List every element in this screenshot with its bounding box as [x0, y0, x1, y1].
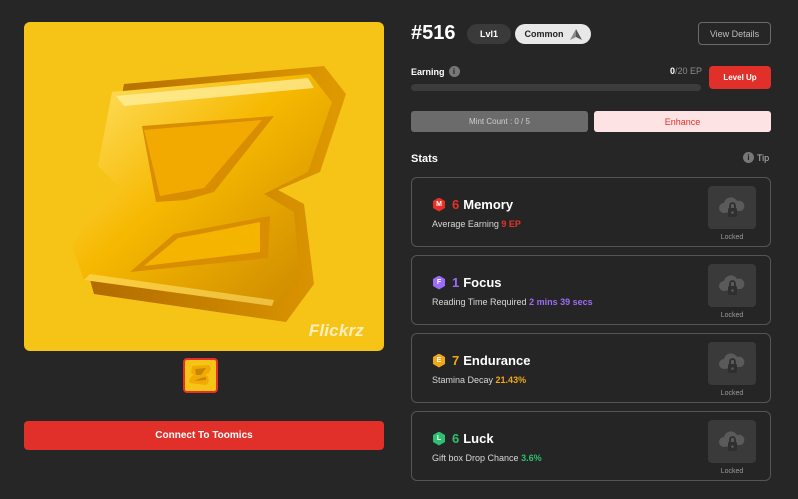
ep-max: /20 EP: [674, 66, 702, 76]
z-logo-thumbnail-icon: [189, 365, 211, 385]
stat-description: Average Earning 9 EP: [432, 219, 521, 229]
enhance-button[interactable]: Enhance: [594, 111, 771, 132]
earning-progress-bar: [411, 84, 701, 91]
rarity-badge: Common: [515, 24, 591, 44]
stat-name: Focus: [463, 275, 502, 290]
cloud-lock-icon: [719, 274, 745, 295]
memory-hex-icon: M: [432, 197, 446, 212]
luck-hex-icon: L: [432, 431, 446, 446]
mint-count-button[interactable]: Mint Count : 0 / 5: [411, 111, 588, 132]
stat-metric: 3.6%: [521, 453, 542, 463]
tip-label: Tip: [757, 152, 770, 163]
token-id: #516: [411, 22, 456, 44]
connect-toomics-button[interactable]: Connect To Toomics: [24, 421, 384, 450]
stat-desc-text: Reading Time Required: [432, 297, 527, 307]
lock-slot[interactable]: [708, 264, 756, 307]
level-badge: Lvl1: [467, 24, 511, 44]
nft-thumbnail[interactable]: [183, 358, 218, 393]
level-up-button[interactable]: Level Up: [709, 66, 771, 89]
stat-card-focus: F 1 Focus Reading Time Required 2 mins 3…: [411, 255, 771, 325]
cloud-lock-icon: [719, 352, 745, 373]
lock-status: Locked: [720, 234, 744, 241]
stat-description: Reading Time Required 2 mins 39 secs: [432, 297, 593, 307]
stat-value: 1: [452, 275, 460, 290]
view-details-button[interactable]: View Details: [698, 22, 771, 45]
cloud-lock-icon: [719, 196, 745, 217]
endurance-hex-icon: E: [432, 353, 446, 368]
info-icon[interactable]: i: [448, 66, 460, 77]
z-logo-icon: [72, 66, 346, 322]
stat-card-memory: M 6 Memory Average Earning 9 EP Locked: [411, 177, 771, 247]
stat-head: M 6 Memory: [432, 197, 513, 212]
earning-label: Earning i: [411, 66, 460, 77]
stat-name: Memory: [463, 197, 514, 212]
lock-status: Locked: [720, 390, 744, 397]
tip-link[interactable]: i Tip: [743, 152, 769, 163]
stat-desc-text: Gift box Drop Chance: [432, 453, 519, 463]
stat-metric: 2 mins 39 secs: [529, 297, 593, 307]
stat-value: 6: [452, 431, 460, 446]
stat-description: Gift box Drop Chance 3.6%: [432, 453, 542, 463]
stat-value: 6: [452, 197, 460, 212]
stat-head: L 6 Luck: [432, 431, 494, 446]
stat-head: E 7 Endurance: [432, 353, 530, 368]
stat-desc-text: Average Earning: [432, 219, 499, 229]
cloud-lock-icon: [719, 430, 745, 451]
stat-head: F 1 Focus: [432, 275, 502, 290]
lock-status: Locked: [720, 468, 744, 475]
stat-card-endurance: E 7 Endurance Stamina Decay 21.43% Locke…: [411, 333, 771, 403]
lock-slot[interactable]: [708, 420, 756, 463]
triangle-icon: [569, 28, 582, 40]
focus-hex-icon: F: [432, 275, 446, 290]
earning-label-text: Earning: [411, 66, 445, 77]
lock-slot[interactable]: [708, 342, 756, 385]
lock-status: Locked: [720, 312, 744, 319]
info-icon: i: [743, 152, 754, 163]
brand-watermark: Flickrz: [308, 321, 364, 340]
stat-metric: 9 EP: [501, 219, 521, 229]
stat-name: Luck: [463, 431, 494, 446]
stat-desc-text: Stamina Decay: [432, 375, 494, 385]
stat-description: Stamina Decay 21.43%: [432, 375, 526, 385]
stat-value: 7: [452, 353, 460, 368]
rarity-label: Common: [524, 29, 564, 39]
lock-slot[interactable]: [708, 186, 756, 229]
stat-card-luck: L 6 Luck Gift box Drop Chance 3.6% Locke…: [411, 411, 771, 481]
stat-name: Endurance: [463, 353, 531, 368]
stat-metric: 21.43%: [495, 375, 527, 385]
ep-readout: 0/20 EP: [640, 66, 702, 76]
stats-title: Stats: [411, 153, 438, 165]
nft-image: Flickrz: [24, 22, 384, 351]
